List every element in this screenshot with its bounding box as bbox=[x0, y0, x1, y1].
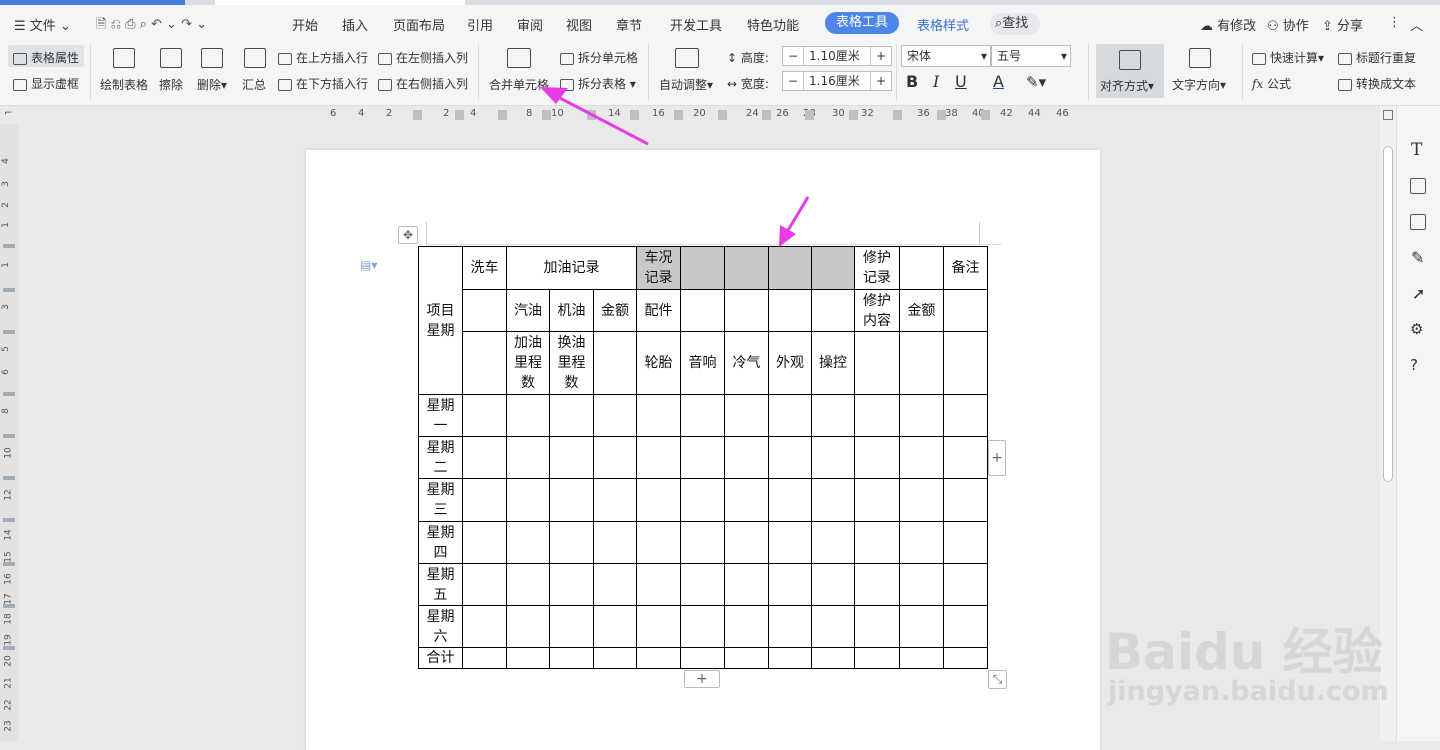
annotation-arrow bbox=[555, 94, 649, 146]
annotation-arrow bbox=[785, 196, 810, 233]
baidu-watermark-url: jingyan.baidu.com bbox=[1108, 676, 1389, 707]
baidu-watermark-logo: Baidu 经验 bbox=[1105, 623, 1383, 681]
